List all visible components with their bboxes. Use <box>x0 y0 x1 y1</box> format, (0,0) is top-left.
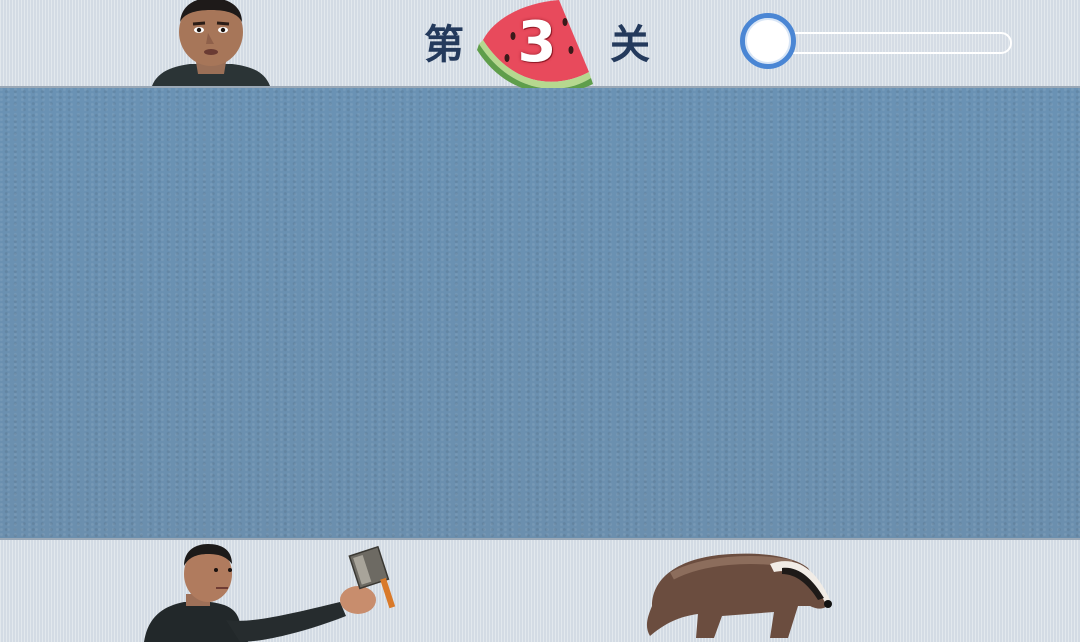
man-portrait <box>152 0 270 86</box>
top-bar: 第 3 关 <box>0 0 1080 88</box>
progress-slider-knob[interactable] <box>740 13 796 69</box>
man-with-cleaver[interactable] <box>140 544 400 642</box>
level-prefix: 第 <box>424 22 464 68</box>
play-field[interactable] <box>0 88 1080 538</box>
progress-slider-track[interactable] <box>770 32 1012 54</box>
bottom-bar <box>0 538 1080 642</box>
level-suffix: 关 <box>610 22 650 68</box>
level-number: 3 <box>517 10 557 75</box>
badger[interactable] <box>642 546 834 642</box>
